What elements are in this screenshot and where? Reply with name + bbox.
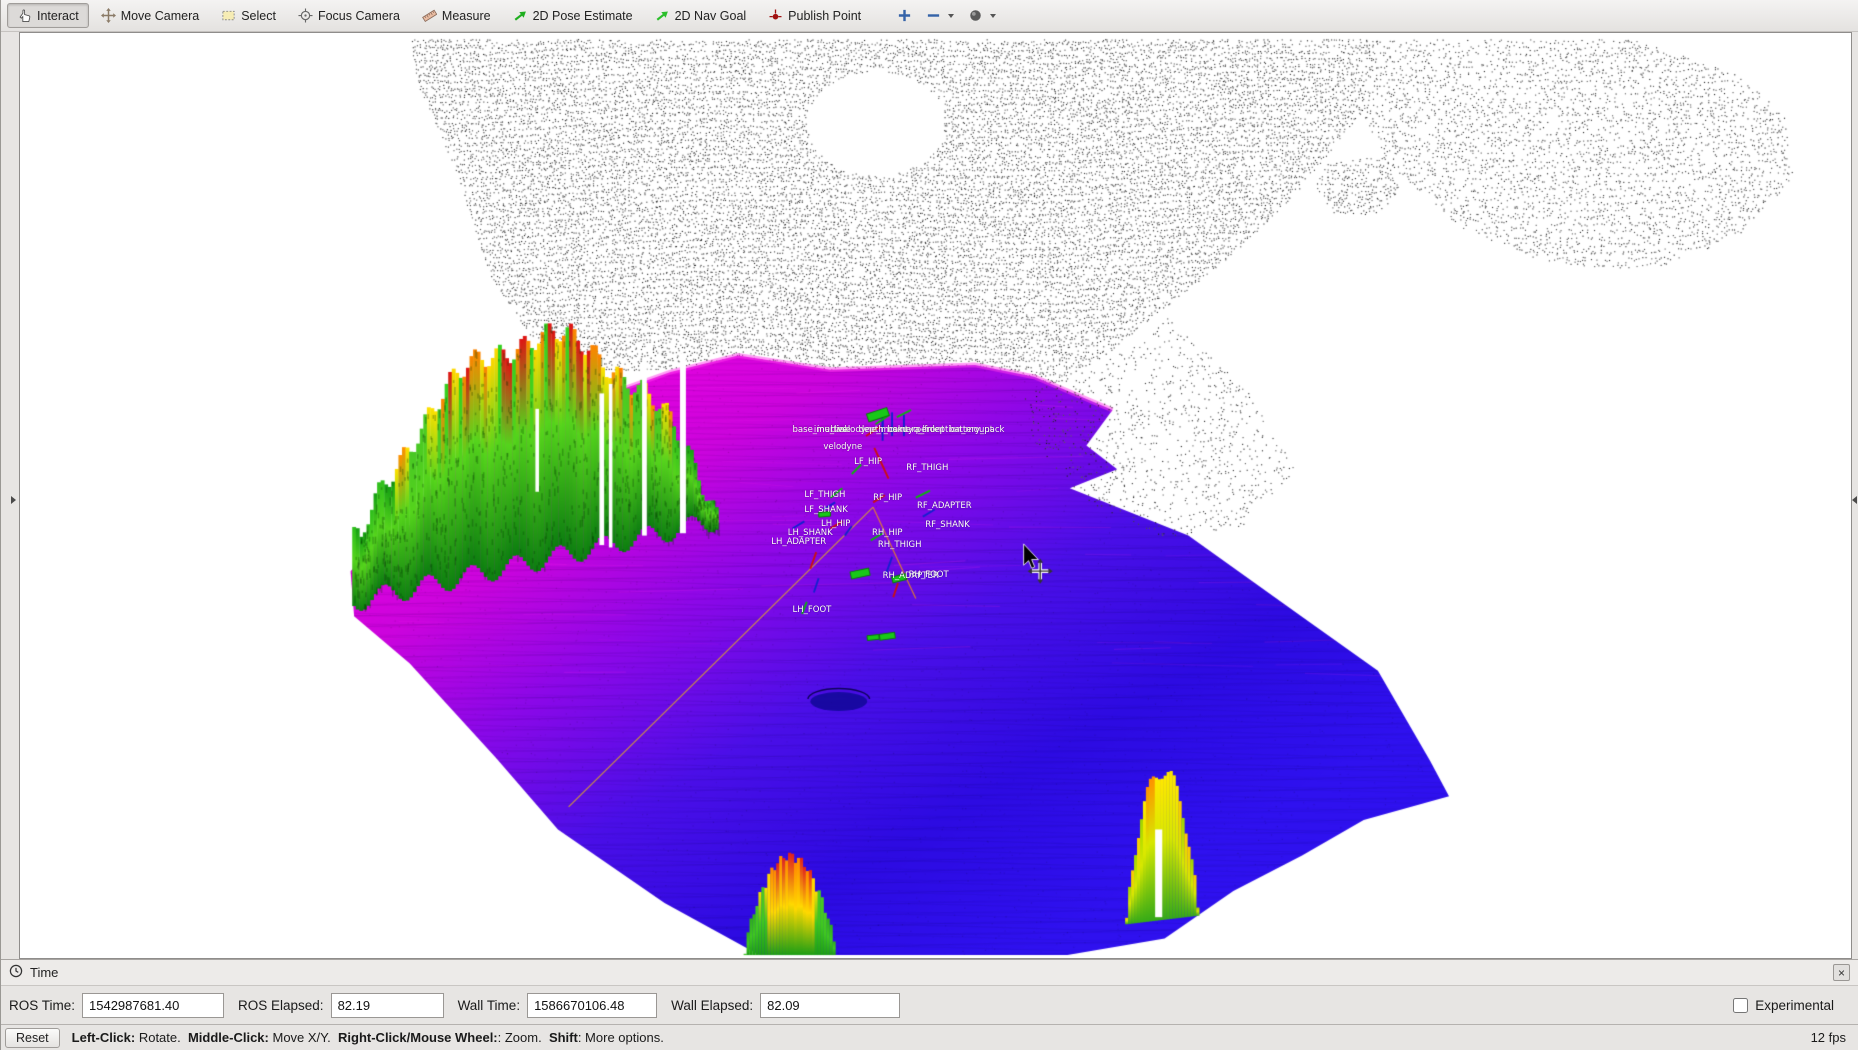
toolbar: Interact Move Camera Select Focus Camera (1, 0, 1858, 32)
tool-move-camera[interactable]: Move Camera (91, 3, 210, 28)
rviz-window: Interact Move Camera Select Focus Camera (0, 0, 1858, 1050)
time-panel: Time × ROS Time: ROS Elapsed: Wall Time:… (1, 959, 1858, 1024)
ros-elapsed-input[interactable] (330, 992, 444, 1018)
left-gutter (1, 32, 19, 959)
ros-time-input[interactable] (82, 992, 225, 1018)
wall-elapsed-input[interactable] (760, 992, 901, 1018)
close-time-panel-button[interactable]: × (1833, 964, 1850, 981)
tool-select[interactable]: Select (211, 3, 286, 28)
add-tool-button[interactable] (891, 3, 918, 28)
focus-crosshair-icon (298, 8, 313, 23)
ros-elapsed-field: ROS Elapsed: (238, 992, 444, 1018)
tool-interact[interactable]: Interact (7, 3, 89, 28)
fps-indicator: 12 fps (1810, 1030, 1846, 1045)
tool-label: Move Camera (120, 8, 200, 23)
goal-arrow-icon (655, 8, 670, 23)
tool-label: Select (241, 8, 276, 23)
select-box-icon (221, 8, 236, 23)
tool-label: 2D Nav Goal (674, 8, 747, 23)
clock-icon (9, 964, 23, 981)
time-panel-title: Time (30, 965, 59, 980)
ruler-icon (422, 8, 437, 23)
status-help: Left-Click: Rotate. Middle-Click: Move X… (71, 1030, 664, 1045)
minus-icon (926, 8, 941, 23)
scene-canvas[interactable] (20, 33, 1851, 958)
tool-label: Publish Point (788, 8, 862, 23)
main-area: base base_inertia imu_link velodyne_mount de… (1, 32, 1858, 959)
tool-2d-pose-estimate[interactable]: 2D Pose Estimate (503, 3, 643, 28)
wall-elapsed-field: Wall Elapsed: (671, 992, 901, 1018)
tool-publish-point[interactable]: Publish Point (758, 3, 871, 28)
time-panel-body: ROS Time: ROS Elapsed: Wall Time: Wall E… (1, 986, 1858, 1024)
tool-label: Measure (441, 8, 491, 23)
status-bar: Reset Left-Click: Rotate. Middle-Click: … (1, 1024, 1858, 1050)
wall-time-field: Wall Time: (457, 992, 658, 1018)
ros-elapsed-label: ROS Elapsed: (238, 997, 324, 1013)
hand-icon (17, 8, 32, 23)
wall-elapsed-label: Wall Elapsed: (671, 997, 754, 1013)
chevron-down-icon (948, 13, 955, 18)
plus-icon (897, 8, 912, 23)
publish-point-icon (768, 8, 783, 23)
tool-label: 2D Pose Estimate (532, 8, 633, 23)
experimental-label: Experimental (1755, 997, 1834, 1013)
tool-2d-nav-goal[interactable]: 2D Nav Goal (645, 3, 757, 28)
experimental-checkbox[interactable] (1733, 997, 1749, 1013)
wall-time-input[interactable] (527, 992, 658, 1018)
viewport: base base_inertia imu_link velodyne_mount de… (19, 32, 1852, 959)
ros-time-field: ROS Time: (9, 992, 225, 1018)
tool-focus-camera[interactable]: Focus Camera (288, 3, 410, 28)
remove-tool-button[interactable] (920, 3, 960, 28)
chevron-down-icon (990, 13, 997, 18)
wall-time-label: Wall Time: (457, 997, 521, 1013)
right-gutter (1852, 32, 1858, 959)
ros-time-label: ROS Time: (9, 997, 76, 1013)
reset-button[interactable]: Reset (5, 1027, 60, 1048)
pose-arrow-icon (513, 8, 528, 23)
right-panel-handle[interactable] (1852, 495, 1857, 504)
tool-label: Focus Camera (317, 8, 400, 23)
tool-measure[interactable]: Measure (412, 3, 501, 28)
move-icon (100, 8, 116, 23)
left-panel-handle[interactable] (11, 495, 16, 504)
sphere-icon (968, 8, 983, 23)
tool-properties-button[interactable] (962, 3, 1002, 28)
tool-label: Interact (37, 8, 79, 23)
experimental-option: Experimental (1733, 997, 1834, 1013)
time-panel-header: Time × (1, 960, 1858, 986)
